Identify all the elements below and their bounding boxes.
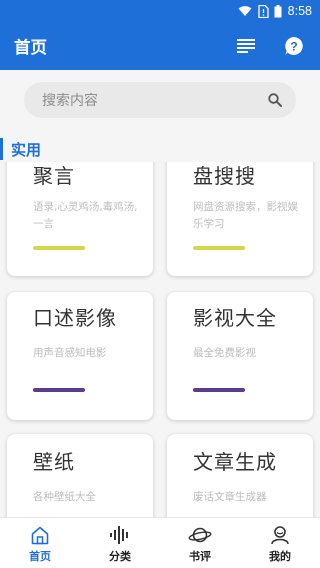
planet-icon bbox=[188, 527, 212, 543]
section-indicator bbox=[0, 138, 3, 160]
section-header: 实用 bbox=[0, 136, 41, 162]
user-icon bbox=[271, 526, 289, 545]
nav-label: 分类 bbox=[109, 550, 131, 563]
card-pansousou[interactable]: 盘搜搜 网盘资源搜索，影视娱乐学习 bbox=[167, 162, 313, 276]
list-button[interactable] bbox=[234, 34, 258, 58]
svg-text:?: ? bbox=[290, 40, 297, 54]
card-audio-description[interactable]: 口述影像 用声音感知电影 bbox=[7, 292, 153, 420]
wifi-icon bbox=[238, 5, 252, 17]
nav-label: 首页 bbox=[29, 550, 51, 563]
page-title: 首页 bbox=[14, 38, 47, 57]
search-input[interactable]: 搜索内容 bbox=[42, 90, 268, 110]
nav-reviews[interactable]: 书评 bbox=[160, 518, 240, 568]
list-icon bbox=[237, 39, 255, 53]
nav-category[interactable]: 分类 bbox=[80, 518, 160, 568]
search-icon[interactable] bbox=[268, 93, 282, 107]
card-accent-line bbox=[33, 246, 85, 250]
battery-icon bbox=[274, 4, 282, 18]
card-title: 影视大全 bbox=[193, 306, 277, 330]
status-time: 8:58 bbox=[287, 4, 312, 18]
app-bar: 首页 ? bbox=[0, 22, 320, 70]
nav-profile[interactable]: 我的 bbox=[240, 518, 320, 568]
nav-label: 我的 bbox=[269, 550, 291, 563]
card-wallpaper[interactable]: 壁纸 各种壁纸大全 bbox=[7, 434, 153, 517]
card-article-generator[interactable]: 文章生成 废话文章生成器 bbox=[167, 434, 313, 517]
card-accent-line bbox=[193, 388, 245, 392]
card-grid: 聚言 语录,心灵鸡汤,毒鸡汤,一言 盘搜搜 网盘资源搜索，影视娱乐学习 口述影像… bbox=[0, 162, 320, 517]
card-movies[interactable]: 影视大全 最全免费影视 bbox=[167, 292, 313, 420]
soundwave-icon bbox=[110, 526, 128, 544]
card-desc: 最全免费影视 bbox=[193, 347, 256, 359]
card-title: 口述影像 bbox=[33, 306, 117, 330]
card-accent-line bbox=[193, 246, 245, 250]
card-desc: 语录,心灵鸡汤,毒鸡汤,一言 bbox=[33, 201, 138, 230]
card-title: 盘搜搜 bbox=[193, 164, 256, 188]
home-icon bbox=[31, 526, 49, 544]
status-bar: 8:58 bbox=[0, 0, 320, 22]
card-title: 文章生成 bbox=[193, 450, 277, 474]
card-desc: 各种壁纸大全 bbox=[33, 491, 96, 503]
help-icon: ? bbox=[285, 37, 303, 55]
section-label: 实用 bbox=[11, 140, 42, 159]
card-title: 聚言 bbox=[33, 164, 75, 188]
card-juyan[interactable]: 聚言 语录,心灵鸡汤,毒鸡汤,一言 bbox=[7, 162, 153, 276]
card-desc: 用声音感知电影 bbox=[33, 347, 107, 359]
card-desc: 网盘资源搜索，影视娱乐学习 bbox=[193, 201, 298, 230]
card-title: 壁纸 bbox=[33, 450, 75, 474]
card-desc: 废话文章生成器 bbox=[193, 491, 267, 503]
nav-label: 书评 bbox=[189, 550, 211, 563]
nav-home[interactable]: 首页 bbox=[0, 518, 80, 568]
sim-no-signal-icon bbox=[257, 4, 269, 18]
search-area: 搜索内容 bbox=[0, 70, 320, 130]
bottom-nav: 首页 分类 书评 我的 bbox=[0, 517, 320, 568]
card-accent-line bbox=[33, 388, 85, 392]
search-bar[interactable]: 搜索内容 bbox=[24, 82, 296, 118]
help-button[interactable]: ? bbox=[282, 34, 306, 58]
